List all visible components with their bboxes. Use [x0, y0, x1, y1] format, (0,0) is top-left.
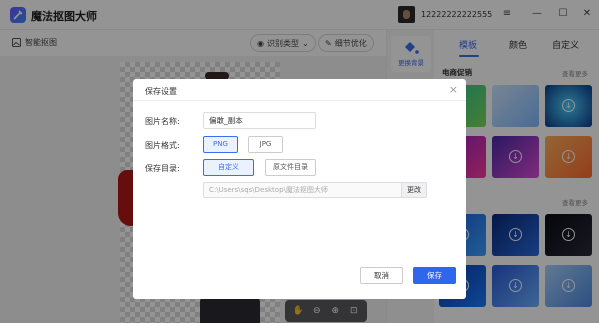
- format-jpg-option[interactable]: JPG: [248, 136, 283, 153]
- dir-custom-option[interactable]: 自定义: [203, 159, 254, 176]
- dialog-title: 保存设置: [145, 87, 177, 96]
- image-name-input[interactable]: 偏敢_副本: [203, 112, 316, 129]
- save-settings-dialog: 保存设置 × 图片名称: 偏敢_副本 图片格式: PNG JPG 保存目录: 自…: [133, 79, 466, 299]
- image-name-label: 图片名称:: [145, 117, 180, 126]
- change-path-button[interactable]: 更改: [401, 182, 427, 198]
- save-button[interactable]: 保存: [413, 267, 456, 284]
- dialog-divider: [133, 100, 466, 101]
- dir-original-option[interactable]: 原文件目录: [265, 159, 316, 176]
- close-icon[interactable]: ×: [449, 83, 458, 96]
- cancel-button[interactable]: 取消: [360, 267, 403, 284]
- image-format-label: 图片格式:: [145, 141, 180, 150]
- save-path-input[interactable]: C:\Users\sqs\Desktop\魔法抠图大师: [203, 182, 401, 198]
- save-directory-label: 保存目录:: [145, 164, 180, 173]
- format-png-option[interactable]: PNG: [203, 136, 238, 153]
